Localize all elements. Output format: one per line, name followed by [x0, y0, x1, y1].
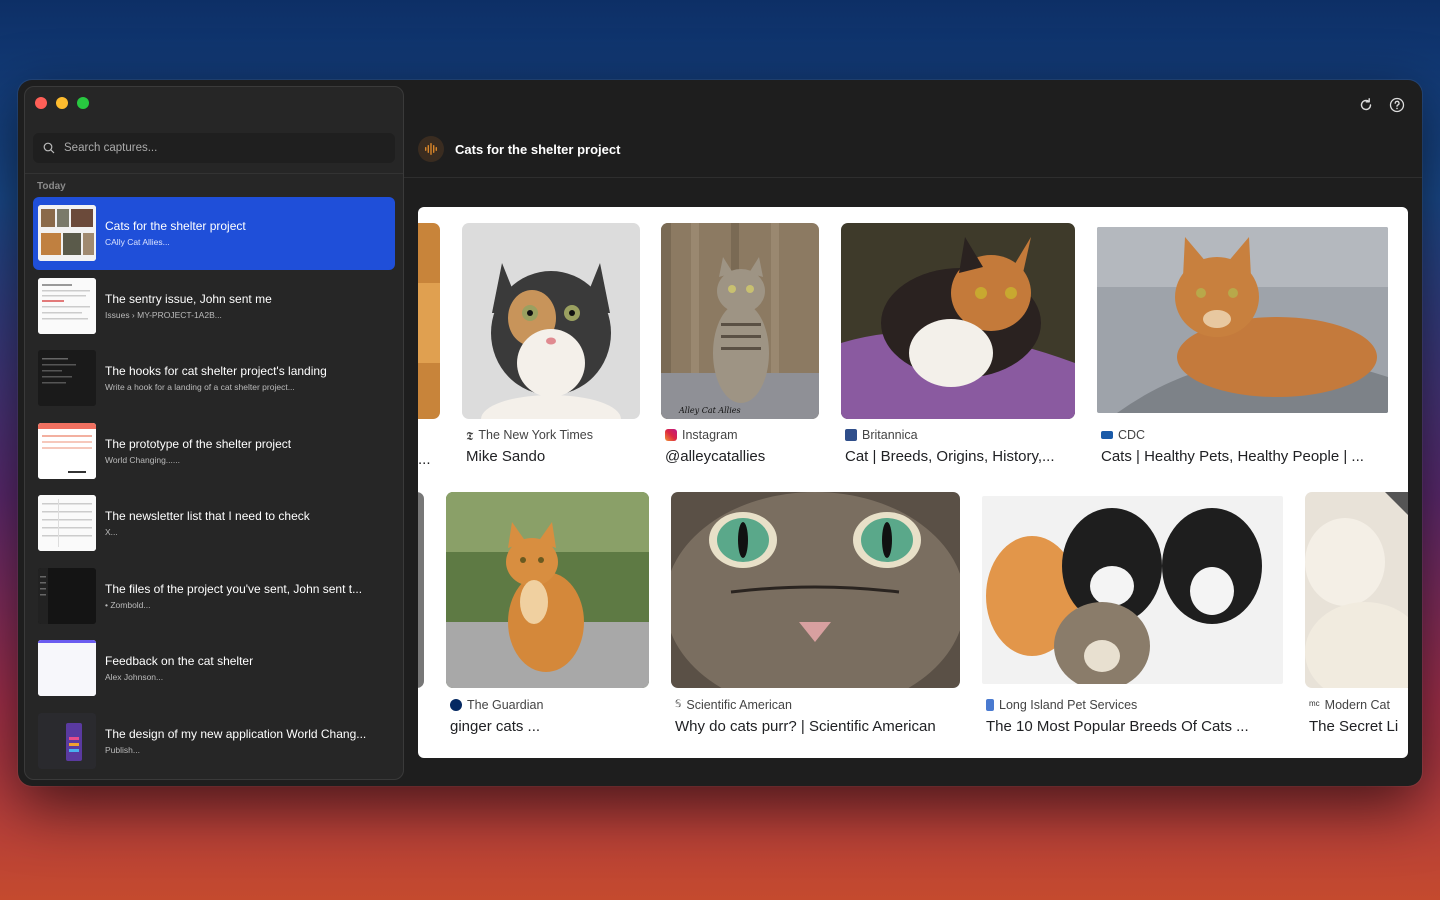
section-label-today: Today	[37, 181, 66, 192]
capture-subtitle: Publish...	[105, 744, 140, 755]
capture-thumbnail	[38, 350, 96, 407]
capture-title: Feedback on the cat shelter	[105, 654, 254, 669]
result-caption[interactable]: Cat | Breeds, Origins, History,...	[845, 448, 1075, 465]
capture-thumbnail	[38, 277, 96, 334]
capture-title: The files of the project you've sent, Jo…	[105, 581, 363, 596]
capture-thumbnail	[38, 205, 96, 262]
result-image[interactable]	[462, 223, 640, 419]
sidebar-divider	[25, 173, 403, 174]
result-image[interactable]: Alley Cat Allies	[661, 223, 819, 419]
pet-services-icon	[986, 699, 994, 711]
capture-title: The prototype of the shelter project	[105, 436, 292, 451]
capture-item[interactable]: The newsletter list that I need to check…	[33, 487, 395, 560]
britannica-icon	[845, 429, 857, 441]
capture-title: The sentry issue, John sent me	[105, 291, 272, 306]
guardian-icon	[450, 699, 462, 711]
page-title: Cats for the shelter project	[455, 141, 621, 157]
cdc-icon	[1101, 431, 1113, 439]
modern-cat-icon: mc	[1309, 699, 1320, 708]
result-source[interactable]: 𝕊 Scientific American	[675, 698, 792, 712]
capture-item[interactable]: The design of my new application World C…	[33, 705, 395, 778]
result-source[interactable]: Instagram	[665, 428, 738, 442]
capture-subtitle: World Changing......	[105, 454, 180, 465]
close-window-button[interactable]	[35, 97, 47, 109]
capture-subtitle: • Zombold...	[105, 599, 151, 610]
capture-item[interactable]: Feedback on the cat shelter Alex Johnson…	[33, 632, 395, 705]
instagram-icon	[665, 429, 677, 441]
refresh-icon	[1360, 98, 1372, 111]
capture-title: The hooks for cat shelter project's land…	[105, 364, 327, 379]
capture-subtitle: Write a hook for a landing of a cat shel…	[105, 382, 295, 393]
result-caption[interactable]: The 10 Most Popular Breeds Of Cats ...	[986, 718, 1286, 735]
capture-title: The newsletter list that I need to check	[105, 509, 310, 524]
capture-thumbnail	[38, 712, 96, 769]
window-controls	[35, 97, 89, 109]
capture-subtitle: Issues › MY-PROJECT-1A2B...	[105, 309, 222, 320]
capture-subtitle: X...	[105, 527, 118, 538]
zoom-window-button[interactable]	[77, 97, 89, 109]
app-window: Today Cats for the shelter project	[18, 80, 1422, 786]
capture-item[interactable]: Cats for the shelter project CAlly Cat A…	[33, 197, 395, 270]
result-image[interactable]	[671, 492, 960, 688]
capture-thumbnail	[38, 422, 96, 479]
help-icon	[1389, 97, 1405, 113]
nytimes-icon: 𝕿	[466, 429, 474, 443]
result-image[interactable]	[418, 223, 440, 419]
image-results-panel: ... 𝕿 The New York Times Mike Sando Alle…	[418, 207, 1408, 758]
result-source[interactable]: Long Island Pet Services	[986, 698, 1137, 712]
capture-subtitle: Alex Johnson...	[105, 672, 164, 683]
result-image[interactable]	[446, 492, 649, 688]
result-caption[interactable]: ...	[418, 451, 438, 468]
audio-waveform-icon	[418, 136, 444, 162]
capture-thumbnail	[38, 567, 96, 624]
capture-list: Cats for the shelter project CAlly Cat A…	[33, 197, 395, 777]
capture-item[interactable]: The hooks for cat shelter project's land…	[33, 342, 395, 415]
result-image[interactable]	[1305, 492, 1408, 688]
result-image[interactable]	[418, 492, 424, 688]
search-bar	[33, 133, 395, 163]
result-caption[interactable]: The Secret Li	[1309, 718, 1408, 735]
watermark-text: Alley Cat Allies	[679, 406, 741, 415]
result-source[interactable]: mc Modern Cat	[1309, 698, 1390, 712]
result-image[interactable]	[982, 496, 1283, 684]
capture-item[interactable]: The prototype of the shelter project Wor…	[33, 415, 395, 488]
minimize-window-button[interactable]	[56, 97, 68, 109]
capture-thumbnail	[38, 640, 96, 697]
scientific-american-icon: 𝕊	[675, 699, 682, 710]
result-image[interactable]	[841, 223, 1075, 419]
result-source[interactable]: 𝕿 The New York Times	[466, 428, 593, 443]
result-caption[interactable]: Why do cats purr? | Scientific American	[675, 718, 965, 735]
result-source[interactable]: The Guardian	[450, 698, 543, 712]
result-image[interactable]	[1097, 227, 1388, 413]
search-icon	[43, 142, 55, 154]
capture-item[interactable]: The files of the project you've sent, Jo…	[33, 560, 395, 633]
sidebar: Today Cats for the shelter project	[24, 86, 404, 780]
help-button[interactable]	[1385, 93, 1409, 117]
result-caption[interactable]: ginger cats ...	[450, 718, 650, 735]
header-divider	[404, 177, 1422, 178]
result-caption[interactable]: @alleycatallies	[665, 448, 825, 465]
capture-header: Cats for the shelter project	[418, 136, 620, 162]
capture-title: The design of my new application World C…	[105, 726, 367, 741]
result-source[interactable]: Britannica	[845, 428, 918, 442]
result-caption[interactable]: Cats | Healthy Pets, Healthy People | ..…	[1101, 448, 1396, 465]
capture-title: Cats for the shelter project	[105, 219, 246, 234]
result-source[interactable]: CDC	[1101, 428, 1145, 442]
capture-item[interactable]: The sentry issue, John sent me Issues › …	[33, 270, 395, 343]
search-input[interactable]	[64, 142, 364, 154]
capture-subtitle: CAlly Cat Allies...	[105, 237, 170, 248]
result-caption[interactable]: Mike Sando	[466, 448, 641, 465]
capture-thumbnail	[38, 495, 96, 552]
refresh-button[interactable]	[1354, 93, 1378, 117]
